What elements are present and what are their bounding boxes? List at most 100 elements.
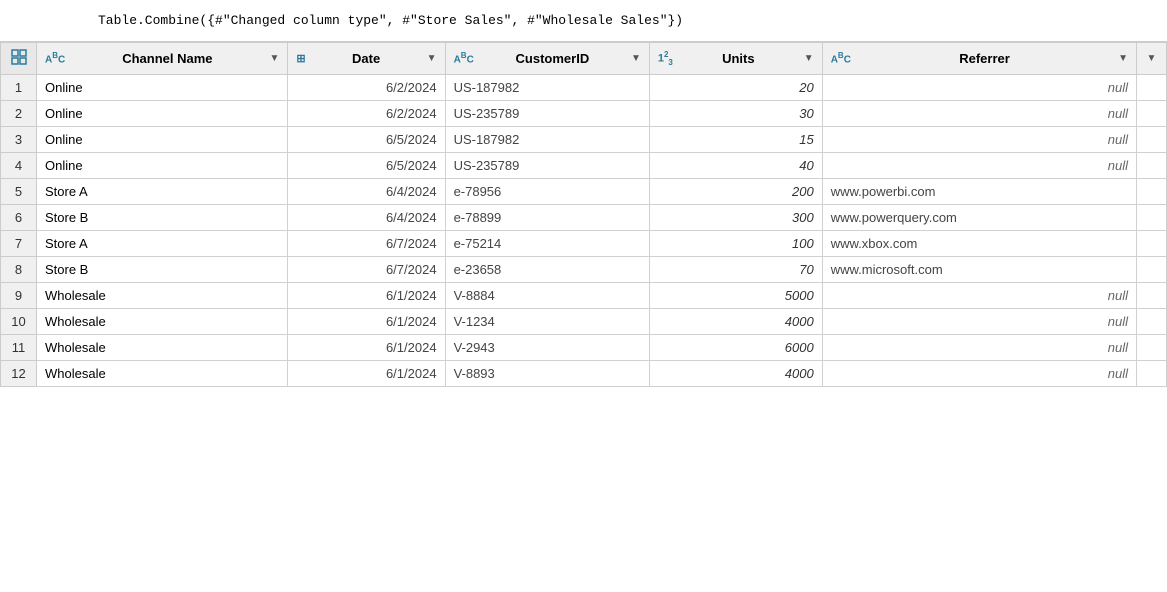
- row-number: 11: [1, 335, 37, 361]
- cell-channel: Store B: [37, 205, 288, 231]
- cell-units: 15: [649, 127, 822, 153]
- date-label: Date: [310, 51, 423, 66]
- table-row: 7Store A6/7/2024e-75214100www.xbox.com: [1, 231, 1167, 257]
- cell-channel: Wholesale: [37, 309, 288, 335]
- cell-referrer: www.powerbi.com: [822, 179, 1136, 205]
- customerid-dropdown[interactable]: ▼: [631, 53, 641, 64]
- units-dropdown[interactable]: ▼: [804, 53, 814, 64]
- cell-date: 6/5/2024: [288, 127, 445, 153]
- row-number: 7: [1, 231, 37, 257]
- cell-channel: Store A: [37, 231, 288, 257]
- cell-extra: [1137, 257, 1167, 283]
- cell-referrer: null: [822, 153, 1136, 179]
- extra-col-header: ▼: [1137, 43, 1167, 75]
- row-number: 10: [1, 309, 37, 335]
- formula-bar: [0, 0, 1167, 42]
- cell-units: 40: [649, 153, 822, 179]
- row-number: 12: [1, 361, 37, 387]
- row-number: 5: [1, 179, 37, 205]
- cell-extra: [1137, 205, 1167, 231]
- cell-referrer: null: [822, 101, 1136, 127]
- cell-customer-id: e-23658: [445, 257, 649, 283]
- cell-date: 6/7/2024: [288, 231, 445, 257]
- cell-date: 6/7/2024: [288, 257, 445, 283]
- row-num-header: [1, 43, 37, 75]
- table-container: ABC Channel Name ▼ ⊞ Date ▼ ABC Cust: [0, 42, 1167, 592]
- cell-referrer: null: [822, 283, 1136, 309]
- cell-units: 5000: [649, 283, 822, 309]
- table-row: 3Online6/5/2024US-18798215null: [1, 127, 1167, 153]
- cell-customer-id: US-235789: [445, 153, 649, 179]
- cell-extra: [1137, 231, 1167, 257]
- cell-customer-id: V-8893: [445, 361, 649, 387]
- table-row: 11Wholesale6/1/2024V-29436000null: [1, 335, 1167, 361]
- row-number: 8: [1, 257, 37, 283]
- units-label: Units: [677, 51, 800, 66]
- extra-dropdown[interactable]: ▼: [1147, 53, 1157, 64]
- cell-extra: [1137, 153, 1167, 179]
- cell-extra: [1137, 179, 1167, 205]
- cell-extra: [1137, 101, 1167, 127]
- cell-channel: Store B: [37, 257, 288, 283]
- cell-extra: [1137, 309, 1167, 335]
- cell-customer-id: V-2943: [445, 335, 649, 361]
- cell-channel: Wholesale: [37, 361, 288, 387]
- cell-date: 6/2/2024: [288, 101, 445, 127]
- cell-customer-id: V-1234: [445, 309, 649, 335]
- table-row: 10Wholesale6/1/2024V-12344000null: [1, 309, 1167, 335]
- cell-units: 300: [649, 205, 822, 231]
- table-body: 1Online6/2/2024US-18798220null2Online6/2…: [1, 75, 1167, 387]
- row-number: 3: [1, 127, 37, 153]
- channel-name-label: Channel Name: [69, 51, 265, 66]
- cell-channel: Online: [37, 101, 288, 127]
- cell-channel: Online: [37, 153, 288, 179]
- table-row: 9Wholesale6/1/2024V-88845000null: [1, 283, 1167, 309]
- cell-referrer: null: [822, 75, 1136, 101]
- table-row: 1Online6/2/2024US-18798220null: [1, 75, 1167, 101]
- cell-units: 6000: [649, 335, 822, 361]
- cell-referrer: www.powerquery.com: [822, 205, 1136, 231]
- cell-customer-id: e-78899: [445, 205, 649, 231]
- formula-input[interactable]: [88, 13, 1161, 28]
- cell-extra: [1137, 283, 1167, 309]
- table-header-row: ABC Channel Name ▼ ⊞ Date ▼ ABC Cust: [1, 43, 1167, 75]
- cell-date: 6/1/2024: [288, 335, 445, 361]
- table-row: 12Wholesale6/1/2024V-88934000null: [1, 361, 1167, 387]
- cell-date: 6/4/2024: [288, 205, 445, 231]
- cell-customer-id: US-187982: [445, 127, 649, 153]
- cell-referrer: null: [822, 335, 1136, 361]
- cell-date: 6/1/2024: [288, 309, 445, 335]
- cell-date: 6/4/2024: [288, 179, 445, 205]
- table-row: 6Store B6/4/2024e-78899300www.powerquery…: [1, 205, 1167, 231]
- data-table: ABC Channel Name ▼ ⊞ Date ▼ ABC Cust: [0, 42, 1167, 387]
- cell-units: 4000: [649, 361, 822, 387]
- table-row: 5Store A6/4/2024e-78956200www.powerbi.co…: [1, 179, 1167, 205]
- cell-date: 6/5/2024: [288, 153, 445, 179]
- referrer-label: Referrer: [855, 51, 1114, 66]
- cell-units: 4000: [649, 309, 822, 335]
- customerid-type-icon: ABC: [454, 51, 474, 65]
- cell-customer-id: V-8884: [445, 283, 649, 309]
- date-dropdown[interactable]: ▼: [427, 53, 437, 64]
- units-type-icon: 123: [658, 50, 673, 67]
- cell-date: 6/2/2024: [288, 75, 445, 101]
- referrer-dropdown[interactable]: ▼: [1118, 53, 1128, 64]
- cell-units: 20: [649, 75, 822, 101]
- cell-extra: [1137, 335, 1167, 361]
- cell-referrer: null: [822, 127, 1136, 153]
- referrer-type-icon: ABC: [831, 51, 851, 65]
- cell-channel: Online: [37, 127, 288, 153]
- channel-name-dropdown[interactable]: ▼: [270, 53, 280, 64]
- cell-channel: Online: [37, 75, 288, 101]
- channel-type-icon: ABC: [45, 51, 65, 65]
- cell-extra: [1137, 361, 1167, 387]
- cell-customer-id: e-75214: [445, 231, 649, 257]
- row-number: 2: [1, 101, 37, 127]
- table-row: 2Online6/2/2024US-23578930null: [1, 101, 1167, 127]
- row-number: 6: [1, 205, 37, 231]
- cell-customer-id: US-235789: [445, 101, 649, 127]
- cell-referrer: null: [822, 309, 1136, 335]
- cell-units: 30: [649, 101, 822, 127]
- cell-channel: Store A: [37, 179, 288, 205]
- row-number: 1: [1, 75, 37, 101]
